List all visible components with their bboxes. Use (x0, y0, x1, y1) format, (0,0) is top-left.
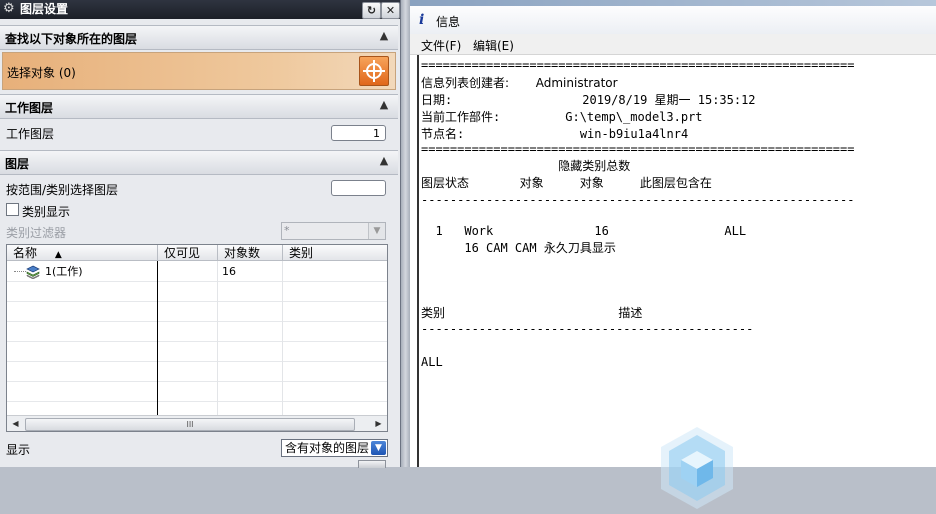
info-line: ========================================… (421, 58, 855, 72)
reset-icon[interactable]: ↻ (362, 2, 381, 19)
layer-settings-dialog: ⚙ 图层设置 ↻ ✕ 查找以下对象所在的图层 ▲ 选择对象 (0) 工作图层 ▲… (0, 0, 401, 468)
dialog-title-bar[interactable]: ⚙ 图层设置 ↻ ✕ (0, 0, 400, 19)
table-row (7, 362, 387, 382)
section-layers-header[interactable]: 图层 ▲ (0, 150, 398, 175)
section-work-layer-header[interactable]: 工作图层 ▲ (0, 94, 398, 119)
layer-object-count-cell: 16 (222, 265, 236, 278)
info-line: 类别 描述 (421, 306, 643, 320)
close-icon[interactable]: ✕ (381, 2, 400, 19)
scroll-right-icon[interactable]: ▶ (371, 417, 386, 431)
table-row (7, 282, 387, 302)
dialog-title: 图层设置 (20, 2, 69, 16)
window-separator (401, 0, 410, 467)
category-filter-label: 类别过滤器 (6, 226, 67, 240)
range-category-input[interactable] (331, 180, 386, 196)
table-row (7, 302, 387, 322)
category-display-label: 类别显示 (22, 205, 71, 219)
gear-icon[interactable]: ⚙ (3, 2, 17, 16)
info-line: ----------------------------------------… (421, 322, 754, 336)
range-category-label: 按范围/类别选择图层 (6, 183, 119, 197)
information-window: i 信息 文件(F) 编辑(E) =======================… (410, 0, 936, 509)
info-line: 16 CAM CAM 永久刀具显示 (421, 241, 616, 255)
chevron-down-icon: ▼ (371, 441, 386, 455)
info-line: 节点名: win-b9iu1a4lnr4 (421, 127, 689, 141)
section-find-header[interactable]: 查找以下对象所在的图层 ▲ (0, 25, 398, 50)
category-filter-value: * (284, 224, 290, 237)
layer-name-cell: 1(工作) (45, 265, 83, 278)
menu-bar: 文件(F) 编辑(E) (410, 34, 936, 55)
chevron-down-icon: ▼ (368, 223, 385, 239)
info-line: 信息列表创建者: Administrator (421, 76, 618, 90)
section-layers-title: 图层 (5, 157, 30, 171)
info-icon: i (419, 12, 425, 28)
layer-table[interactable]: 名称 ▲ 仅可见 对象数 类别 1(工作) 16 ◀ III ▶ (6, 244, 388, 432)
info-line: 隐藏类别总数 (421, 159, 631, 173)
info-title: 信息 (436, 15, 461, 29)
display-label: 显示 (6, 443, 31, 457)
info-text-area[interactable]: ========================================… (417, 55, 936, 509)
scroll-left-icon[interactable]: ◀ (8, 417, 23, 431)
table-row (7, 322, 387, 342)
column-header-object-count[interactable]: 对象数 (218, 245, 283, 261)
table-row[interactable]: 1(工作) 16 (7, 262, 387, 282)
column-header-category[interactable]: 类别 (283, 245, 387, 261)
select-object-button[interactable] (359, 56, 389, 86)
section-work-layer-title: 工作图层 (5, 101, 54, 115)
chevron-up-icon[interactable]: ▲ (376, 97, 392, 113)
sort-asc-icon: ▲ (54, 250, 62, 260)
horizontal-scrollbar[interactable]: ◀ III ▶ (7, 415, 387, 431)
work-layer-label: 工作图层 (6, 127, 55, 141)
column-header-visible-only[interactable]: 仅可见 (158, 245, 218, 261)
display-filter-combo[interactable]: 含有对象的图层 ▼ (281, 439, 388, 457)
info-line: 当前工作部件: G:\temp\_model3.prt (421, 110, 703, 124)
info-line: ========================================… (421, 142, 855, 156)
section-find-title: 查找以下对象所在的图层 (5, 32, 138, 46)
chevron-up-icon[interactable]: ▲ (376, 153, 392, 169)
select-object-row[interactable]: 选择对象 (0) (2, 52, 396, 90)
watermark-cube-icon (659, 425, 735, 511)
category-display-checkbox[interactable] (6, 203, 19, 216)
scrollbar-thumb[interactable]: III (25, 418, 355, 431)
work-layer-input[interactable]: 1 (331, 125, 386, 141)
info-line: ----------------------------------------… (421, 193, 855, 207)
select-object-label: 选择对象 (0) (7, 66, 76, 80)
layer-stack-icon (26, 265, 40, 280)
menu-edit[interactable]: 编辑(E) (473, 37, 514, 54)
chevron-up-icon[interactable]: ▲ (376, 28, 392, 44)
column-header-name[interactable]: 名称 ▲ (7, 245, 158, 261)
category-filter-combo[interactable]: * ▼ (281, 222, 386, 240)
display-filter-value: 含有对象的图层 (285, 441, 370, 455)
menu-file[interactable]: 文件(F) (421, 37, 461, 54)
info-line: 1 Work 16 ALL (421, 224, 747, 238)
info-line: ALL (421, 355, 443, 369)
info-line: 图层状态 对象 对象 此图层包含在 (421, 176, 712, 190)
info-line: 日期: 2019/8/19 星期一 15:35:12 (421, 93, 756, 107)
info-title-bar[interactable]: i 信息 (410, 6, 936, 35)
table-row (7, 342, 387, 362)
table-row (7, 382, 387, 402)
